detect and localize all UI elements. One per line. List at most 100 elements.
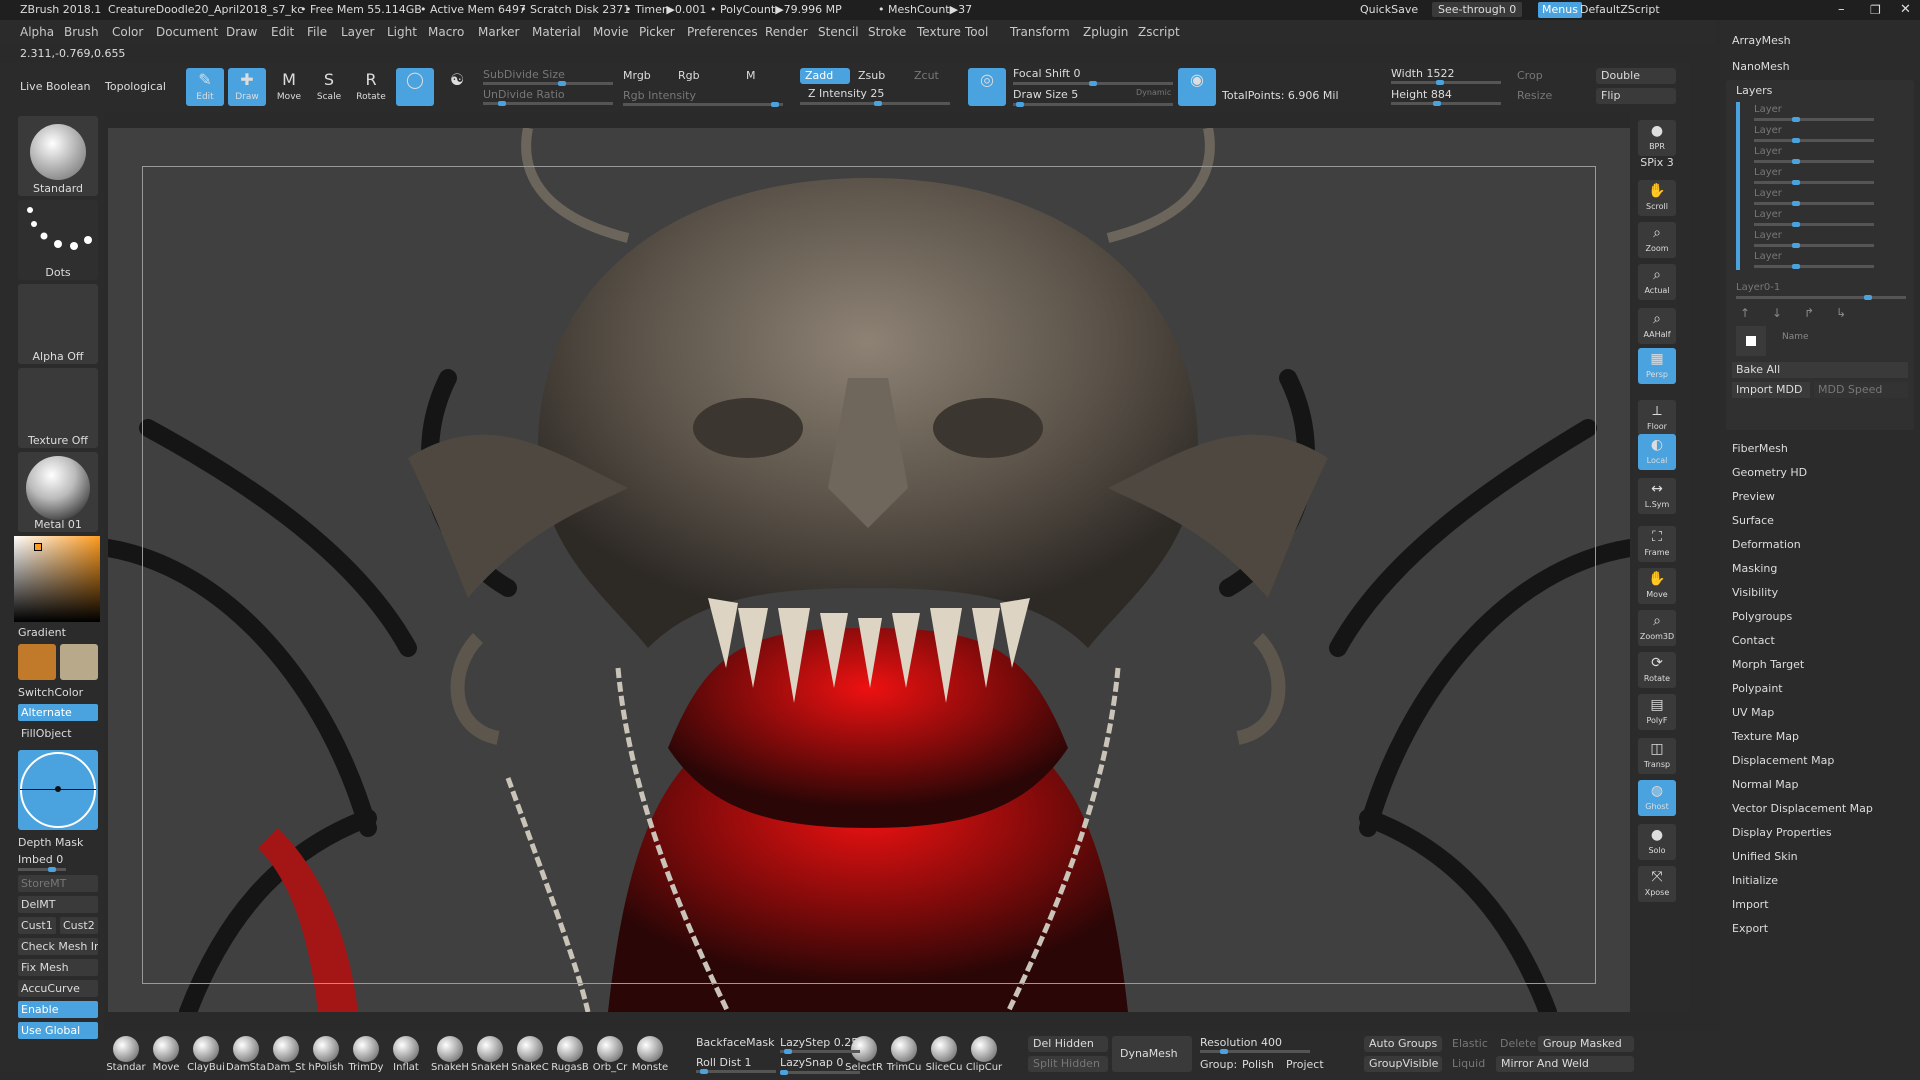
menu-transform[interactable]: Transform: [1010, 20, 1070, 44]
polypaint-button[interactable]: ☯: [438, 68, 476, 106]
dynamesh-button[interactable]: DynaMesh: [1112, 1036, 1192, 1072]
width-slider[interactable]: [1391, 80, 1501, 85]
z-intensity-slider[interactable]: [800, 101, 950, 106]
rgb-intensity-slider[interactable]: [623, 102, 783, 107]
resolution-track[interactable]: [1200, 1049, 1310, 1054]
roll-dist-slider[interactable]: Roll Dist 1: [696, 1056, 752, 1069]
draw-size-slider[interactable]: [1013, 102, 1173, 107]
layer-strength-slider[interactable]: [1754, 180, 1874, 185]
m-button[interactable]: M: [746, 69, 756, 82]
maximize-icon[interactable]: ❐: [1870, 0, 1881, 20]
menu-zplugin[interactable]: Zplugin: [1083, 20, 1128, 44]
shelf-solo-button[interactable]: ● Solo: [1638, 824, 1676, 860]
undivide-ratio[interactable]: UnDivide Ratio: [483, 88, 565, 101]
layer-item[interactable]: Layer: [1754, 167, 1782, 178]
layer-item[interactable]: Layer: [1754, 209, 1782, 220]
del-mt-button[interactable]: DelMT: [18, 896, 98, 913]
imbed-slider[interactable]: Imbed 0: [18, 853, 98, 866]
palette-masking[interactable]: Masking: [1732, 562, 1777, 575]
brush-damsta-button[interactable]: DamSta: [226, 1036, 266, 1076]
brush-move-button[interactable]: Move: [146, 1036, 186, 1076]
stroke-button[interactable]: ◎: [968, 68, 1006, 106]
palette-unified-skin[interactable]: Unified Skin: [1732, 850, 1798, 863]
focal-shift-slider[interactable]: [1013, 81, 1173, 86]
shelf-scroll-button[interactable]: ✋ Scroll: [1638, 180, 1676, 216]
mdd-speed-slider[interactable]: MDD Speed: [1814, 382, 1908, 398]
menus-toggle[interactable]: Menus: [1538, 2, 1582, 18]
palette-fibermesh[interactable]: FiberMesh: [1732, 442, 1788, 455]
layers-scrollbar[interactable]: [1736, 102, 1740, 270]
menu-material[interactable]: Material: [532, 20, 581, 44]
palette-initialize[interactable]: Initialize: [1732, 874, 1778, 887]
menu-alpha[interactable]: Alpha: [20, 20, 54, 44]
palette-normal-map[interactable]: Normal Map: [1732, 778, 1799, 791]
shelf-zoom-button[interactable]: ⌕ Zoom: [1638, 222, 1676, 258]
brush-snakeh-button[interactable]: SnakeH: [430, 1036, 470, 1076]
enable-button[interactable]: Enable: [18, 1001, 98, 1018]
palette-vector-displacement-map[interactable]: Vector Displacement Map: [1732, 802, 1873, 815]
arraymesh-item[interactable]: ArrayMesh: [1732, 34, 1791, 47]
default-zscript[interactable]: DefaultZScript: [1580, 0, 1660, 20]
palette-export[interactable]: Export: [1732, 922, 1768, 935]
lazy-snap-track[interactable]: [780, 1070, 860, 1075]
imbed-slider-track[interactable]: [18, 867, 66, 872]
brush-pick-button[interactable]: ◉: [1178, 68, 1216, 106]
brush-clipcur-button[interactable]: ClipCur: [964, 1036, 1004, 1076]
focal-shift[interactable]: Focal Shift 0: [1013, 67, 1081, 80]
palette-contact[interactable]: Contact: [1732, 634, 1775, 647]
menu-tool[interactable]: Tool: [965, 20, 988, 44]
layer-strength-slider[interactable]: [1754, 138, 1874, 143]
palette-import[interactable]: Import: [1732, 898, 1769, 911]
menu-document[interactable]: Document: [156, 20, 218, 44]
brush-hpolish-button[interactable]: hPolish: [306, 1036, 346, 1076]
switch-color-button[interactable]: SwitchColor: [18, 686, 98, 699]
layer-arrow-icons[interactable]: ↑↓↱↳: [1740, 306, 1868, 320]
menu-color[interactable]: Color: [112, 20, 143, 44]
palette-visibility[interactable]: Visibility: [1732, 586, 1778, 599]
live-boolean-button[interactable]: Live Boolean: [20, 80, 91, 93]
group-visible-button[interactable]: GroupVisible: [1364, 1056, 1442, 1072]
menu-file[interactable]: File: [307, 20, 327, 44]
palette-polygroups[interactable]: Polygroups: [1732, 610, 1792, 623]
shelf-bpr-button[interactable]: ● BPR: [1638, 120, 1676, 156]
main-color-swatch[interactable]: [18, 644, 56, 680]
nanomesh-item[interactable]: NanoMesh: [1732, 60, 1790, 73]
zcut-button[interactable]: Zcut: [914, 69, 939, 82]
auto-groups-button[interactable]: Auto Groups: [1364, 1036, 1442, 1052]
brush-snakeh-button[interactable]: SnakeH: [470, 1036, 510, 1076]
menu-zscript[interactable]: Zscript: [1138, 20, 1180, 44]
lazy-step-track[interactable]: [780, 1049, 860, 1054]
quicksave-button[interactable]: QuickSave: [1360, 0, 1418, 20]
cust1-button[interactable]: Cust1: [18, 917, 56, 934]
check-mesh-button[interactable]: Check Mesh In: [18, 938, 98, 955]
import-mdd-button[interactable]: Import MDD: [1732, 382, 1810, 398]
brush-standar-button[interactable]: Standar: [106, 1036, 146, 1076]
crop-button[interactable]: Crop: [1517, 69, 1543, 82]
shelf-aahalf-button[interactable]: ⌕ AAHalf: [1638, 308, 1676, 344]
layer-item[interactable]: Layer: [1754, 104, 1782, 115]
height-slider[interactable]: [1391, 101, 1501, 106]
subdivide-slider[interactable]: [483, 81, 613, 86]
menu-movie[interactable]: Movie: [593, 20, 629, 44]
layer-strength-slider[interactable]: [1754, 222, 1874, 227]
layer0-slider[interactable]: [1736, 295, 1906, 300]
palette-displacement-map[interactable]: Displacement Map: [1732, 754, 1834, 767]
flip-button[interactable]: Flip: [1596, 88, 1676, 104]
layer-strength-slider[interactable]: [1754, 201, 1874, 206]
menu-macro[interactable]: Macro: [428, 20, 464, 44]
subdivide-size[interactable]: SubDivide Size: [483, 68, 565, 81]
brush-rugasb-button[interactable]: RugasB: [550, 1036, 590, 1076]
layer-item[interactable]: Layer: [1754, 230, 1782, 241]
layer-item[interactable]: Layer: [1754, 146, 1782, 157]
shelf-l-sym-button[interactable]: ↔ L.Sym: [1638, 478, 1676, 514]
split-hidden-button[interactable]: Split Hidden: [1028, 1056, 1108, 1072]
shelf-local-button[interactable]: ◐ Local: [1638, 434, 1676, 470]
palette-uv-map[interactable]: UV Map: [1732, 706, 1774, 719]
shelf-xpose-button[interactable]: ⤧ Xpose: [1638, 866, 1676, 902]
draw-size[interactable]: Draw Size 5: [1013, 88, 1078, 101]
z-intensity[interactable]: Z Intensity 25: [808, 87, 884, 100]
brush-orb-cr-button[interactable]: Orb_Cr: [590, 1036, 630, 1076]
layers-title[interactable]: Layers: [1736, 84, 1772, 97]
palette-polypaint[interactable]: Polypaint: [1732, 682, 1783, 695]
liquid-button[interactable]: Liquid: [1452, 1057, 1485, 1070]
